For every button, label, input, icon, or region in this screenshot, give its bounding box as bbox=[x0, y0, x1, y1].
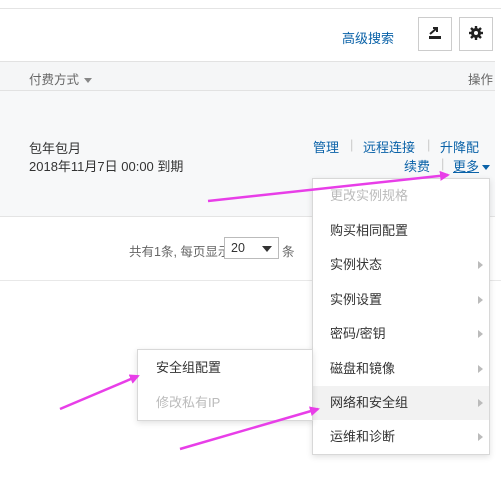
submenu-item-label: 安全组配置 bbox=[156, 360, 222, 375]
more-dropdown-menu: 更改实例规格 购买相同配置 实例状态 实例设置 密码/密钥 磁盘和镜像 网络和安… bbox=[312, 178, 490, 455]
billing-type-value: 包年包月 bbox=[29, 141, 82, 156]
gear-icon bbox=[468, 25, 484, 44]
menu-item-label: 网络和安全组 bbox=[330, 395, 409, 410]
submenu-item-label: 修改私有IP bbox=[156, 395, 221, 410]
action-separator: | bbox=[350, 137, 354, 152]
table-header: 付费方式 操作 bbox=[0, 61, 495, 91]
page-size-value: 20 bbox=[231, 241, 245, 255]
menu-item-password-key[interactable]: 密码/密钥 bbox=[313, 317, 489, 351]
menu-item-instance-settings[interactable]: 实例设置 bbox=[313, 283, 489, 317]
billing-column-label: 付费方式 bbox=[29, 73, 80, 87]
annotation-arrow bbox=[59, 374, 140, 411]
export-button[interactable] bbox=[418, 17, 452, 51]
remote-connect-link[interactable]: 远程连接 bbox=[363, 137, 415, 156]
renew-link[interactable]: 续费 bbox=[404, 156, 430, 175]
menu-item-label: 购买相同配置 bbox=[330, 223, 409, 238]
top-divider bbox=[0, 8, 501, 9]
pagination-unit: 条 bbox=[282, 245, 295, 259]
menu-item-disk-image[interactable]: 磁盘和镜像 bbox=[313, 352, 489, 386]
menu-item-label: 运维和诊断 bbox=[330, 429, 396, 444]
chevron-right-icon bbox=[478, 433, 483, 441]
expire-date-value: 2018年11月7日 00:00 bbox=[29, 159, 154, 174]
chevron-right-icon bbox=[478, 261, 483, 269]
chevron-down-icon bbox=[262, 246, 272, 252]
chevron-right-icon bbox=[478, 365, 483, 373]
chevron-right-icon bbox=[478, 296, 483, 304]
export-icon bbox=[427, 25, 443, 44]
submenu-item-modify-private-ip[interactable]: 修改私有IP bbox=[138, 386, 312, 420]
menu-item-label: 实例设置 bbox=[330, 292, 383, 307]
network-security-submenu: 安全组配置 修改私有IP bbox=[137, 349, 313, 421]
menu-item-label: 更改实例规格 bbox=[330, 188, 409, 203]
page-size-select[interactable]: 20 bbox=[224, 237, 279, 259]
billing-column-header[interactable]: 付费方式 bbox=[29, 69, 93, 88]
pagination-summary: 共有1条, 每页显示: bbox=[129, 245, 234, 259]
menu-item-label: 密码/密钥 bbox=[330, 326, 386, 341]
expire-date: 2018年11月7日 00:00 到期 bbox=[29, 156, 183, 175]
menu-item-buy-same[interactable]: 购买相同配置 bbox=[313, 214, 489, 248]
chevron-right-icon bbox=[478, 399, 483, 407]
advanced-search-link[interactable]: 高级搜索 bbox=[342, 28, 394, 47]
action-separator: | bbox=[441, 156, 445, 171]
more-dropdown-link[interactable]: 更多 bbox=[453, 156, 491, 175]
operations-column-header: 操作 bbox=[467, 73, 493, 87]
more-label: 更多 bbox=[453, 159, 480, 174]
chevron-down-icon bbox=[482, 165, 491, 171]
manage-link[interactable]: 管理 bbox=[313, 137, 339, 156]
settings-button[interactable] bbox=[459, 17, 493, 51]
menu-item-ops-diagnosis[interactable]: 运维和诊断 bbox=[313, 420, 489, 454]
menu-item-label: 磁盘和镜像 bbox=[330, 361, 396, 376]
menu-item-instance-status[interactable]: 实例状态 bbox=[313, 248, 489, 282]
submenu-item-security-group[interactable]: 安全组配置 bbox=[138, 351, 312, 385]
expire-suffix: 到期 bbox=[157, 159, 184, 174]
action-separator: | bbox=[427, 137, 431, 152]
chevron-down-icon bbox=[84, 78, 93, 84]
menu-item-change-spec[interactable]: 更改实例规格 bbox=[313, 179, 489, 213]
upgrade-link[interactable]: 升降配 bbox=[440, 137, 479, 156]
chevron-right-icon bbox=[478, 330, 483, 338]
menu-item-label: 实例状态 bbox=[330, 257, 383, 272]
menu-item-network-security[interactable]: 网络和安全组 bbox=[313, 386, 489, 420]
